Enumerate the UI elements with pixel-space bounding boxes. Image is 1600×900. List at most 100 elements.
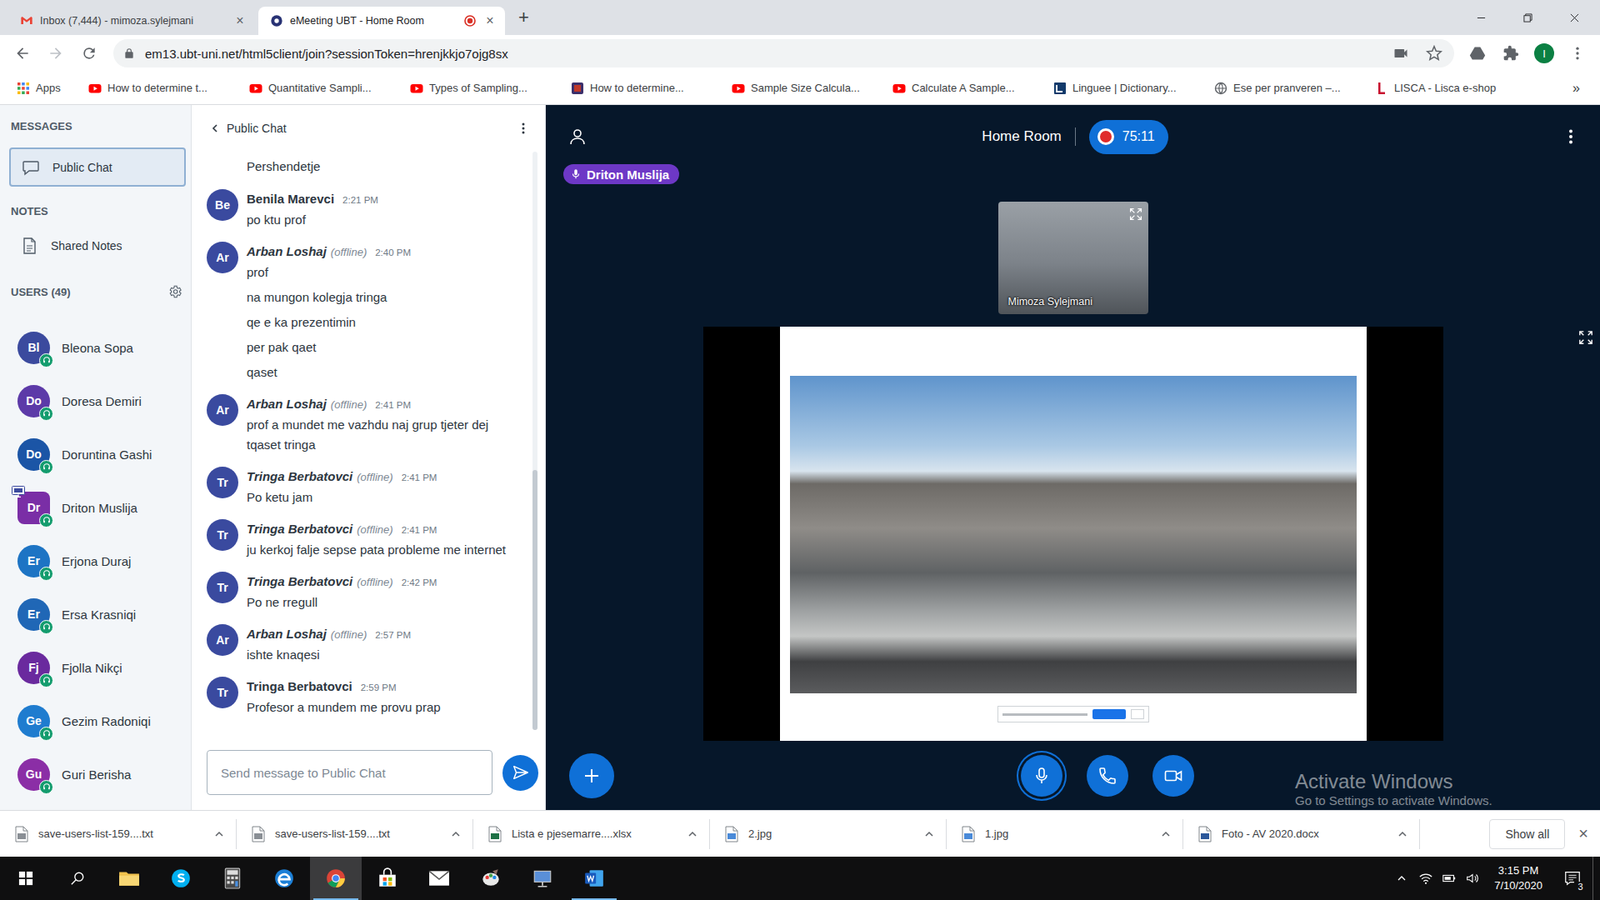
chevron-up-icon[interactable]: [1160, 829, 1171, 840]
user-icon[interactable]: [567, 126, 588, 147]
chevron-up-icon[interactable]: [1396, 873, 1407, 884]
taskbar-app[interactable]: [155, 856, 207, 900]
clock[interactable]: 3:15 PM7/10/2020: [1484, 863, 1553, 894]
taskbar-app[interactable]: [258, 856, 310, 900]
media-button[interactable]: [1020, 755, 1063, 797]
camera-in-use-icon[interactable]: [1392, 45, 1410, 62]
bookmark[interactable]: How to determine...: [565, 81, 727, 95]
tab-close-button[interactable]: ×: [483, 13, 497, 29]
download-item[interactable]: save-users-list-159....txt: [0, 819, 237, 850]
bookmark[interactable]: Calculate A Sample...: [887, 81, 1049, 95]
message-input[interactable]: Send message to Public Chat: [206, 750, 493, 795]
chat-input-row: Send message to Public Chat: [191, 735, 545, 810]
taskbar-app[interactable]: [206, 856, 259, 900]
taskbar-app[interactable]: [516, 856, 569, 900]
message-line: Pershendetje: [206, 151, 525, 184]
bookmark[interactable]: Ese per pranveren –...: [1209, 81, 1370, 95]
message-line: Po ne rregull: [246, 592, 525, 613]
user-item[interactable]: DrDriton Muslija: [0, 480, 191, 535]
show-desktop-button[interactable]: [1592, 856, 1600, 900]
bookmark[interactable]: Types of Sampling...: [405, 81, 566, 95]
chevron-up-icon[interactable]: [1397, 829, 1408, 840]
taskbar-app[interactable]: [413, 856, 465, 900]
expand-icon[interactable]: [1129, 207, 1143, 221]
user-avatar: Do: [17, 438, 50, 471]
reload-button[interactable]: [75, 40, 103, 67]
taskbar-app[interactable]: [310, 856, 362, 900]
wifi-icon[interactable]: [1418, 870, 1434, 886]
download-item[interactable]: Foto - AV 2020.docx: [1183, 819, 1420, 850]
download-item[interactable]: 2.jpg: [710, 819, 947, 850]
bookmark[interactable]: LISCA - Lisca e-shop: [1370, 81, 1531, 95]
notes-entry[interactable]: Shared Notes: [9, 224, 186, 268]
user-item[interactable]: FjFjolla Nikçi: [0, 640, 191, 695]
bookmark-star-icon[interactable]: [1425, 45, 1443, 62]
download-item[interactable]: Lista e pjesemarre....xlsx: [473, 819, 710, 850]
chevron-up-icon[interactable]: [687, 829, 698, 840]
gear-icon[interactable]: [167, 284, 183, 300]
scrollbar-thumb[interactable]: [532, 470, 538, 730]
taskbar-app[interactable]: [51, 856, 104, 900]
minimize-button[interactable]: [1457, 0, 1505, 35]
sender-name: Arban Loshaj: [246, 624, 327, 645]
volume-icon[interactable]: [1465, 870, 1480, 886]
address-bar[interactable]: em13.ubt-uni.net/html5client/join?sessio…: [113, 39, 1455, 68]
user-item[interactable]: ErErjona Duraj: [0, 534, 191, 588]
media-button[interactable]: [1086, 755, 1129, 797]
browser-tab[interactable]: eMeeting UBT - Home Room×: [258, 6, 505, 35]
new-tab-button[interactable]: +: [518, 8, 530, 27]
sender-avatar: Tr: [206, 519, 239, 551]
mail-icon: [428, 867, 450, 890]
tab-close-button[interactable]: ×: [233, 13, 247, 29]
actions-button[interactable]: [569, 753, 615, 799]
user-item[interactable]: ErErsa Krasniqi: [0, 587, 191, 641]
extensions-button[interactable]: [1497, 40, 1525, 67]
media-button[interactable]: [1152, 755, 1195, 797]
lock-icon: [123, 47, 135, 60]
taskbar-app[interactable]: [465, 856, 517, 900]
chevron-left-icon[interactable]: [210, 123, 220, 134]
profile-button[interactable]: I: [1530, 40, 1558, 67]
close-window-button[interactable]: [1550, 0, 1598, 35]
user-item[interactable]: DoDoruntina Gashi: [0, 427, 191, 481]
chat-entry[interactable]: Public Chat: [9, 147, 186, 187]
taskbar-app[interactable]: [103, 856, 155, 900]
taskbar-app[interactable]: [361, 856, 414, 900]
recording-indicator[interactable]: 75:11: [1089, 120, 1169, 155]
battery-icon[interactable]: [1441, 870, 1457, 886]
taskbar-app[interactable]: [0, 856, 52, 900]
drive-extension-button[interactable]: [1464, 40, 1491, 67]
taskbar-app[interactable]: [568, 856, 620, 900]
user-item[interactable]: BlBleona Sopa: [0, 320, 191, 375]
download-item[interactable]: 1.jpg: [946, 819, 1184, 850]
user-item[interactable]: GuGuri Berisha: [0, 747, 191, 801]
room-info: Home Room 75:11: [587, 120, 1563, 155]
user-item[interactable]: DoDoresa Demiri: [0, 374, 191, 428]
download-item[interactable]: save-users-list-159....txt: [236, 819, 474, 850]
back-button[interactable]: [9, 40, 36, 67]
forward-button[interactable]: [42, 40, 70, 67]
chevron-up-icon[interactable]: [214, 829, 225, 840]
more-bookmarks-button[interactable]: »: [1572, 80, 1580, 96]
user-item[interactable]: GeGezim Radoniqi: [0, 694, 191, 748]
send-button[interactable]: [502, 755, 539, 791]
headphones-icon: [42, 782, 51, 791]
browser-menu-button[interactable]: [1564, 40, 1591, 67]
action-center-button[interactable]: 3: [1552, 856, 1593, 900]
room-name: Home Room: [981, 128, 1061, 145]
chat-scrollbar[interactable]: [532, 151, 538, 730]
close-downloads-button[interactable]: ×: [1578, 824, 1589, 844]
chevron-up-icon[interactable]: [450, 829, 461, 840]
kebab-menu-icon[interactable]: [516, 121, 530, 135]
bookmark[interactable]: Apps: [11, 81, 84, 95]
bookmark[interactable]: Linguee | Dictionary...: [1048, 81, 1210, 95]
browser-tab[interactable]: Inbox (7,444) - mimoza.sylejmani×: [8, 6, 255, 35]
chevron-up-icon[interactable]: [924, 829, 935, 840]
show-all-button[interactable]: Show all: [1489, 819, 1565, 850]
bookmark[interactable]: How to determine t...: [83, 81, 245, 95]
restore-button[interactable]: [1504, 0, 1551, 35]
bookmark[interactable]: Quantitative Sampli...: [244, 81, 405, 95]
fullscreen-icon[interactable]: [1578, 330, 1594, 345]
kebab-menu-icon[interactable]: [1562, 128, 1580, 145]
bookmark[interactable]: Sample Size Calcula...: [726, 81, 888, 95]
